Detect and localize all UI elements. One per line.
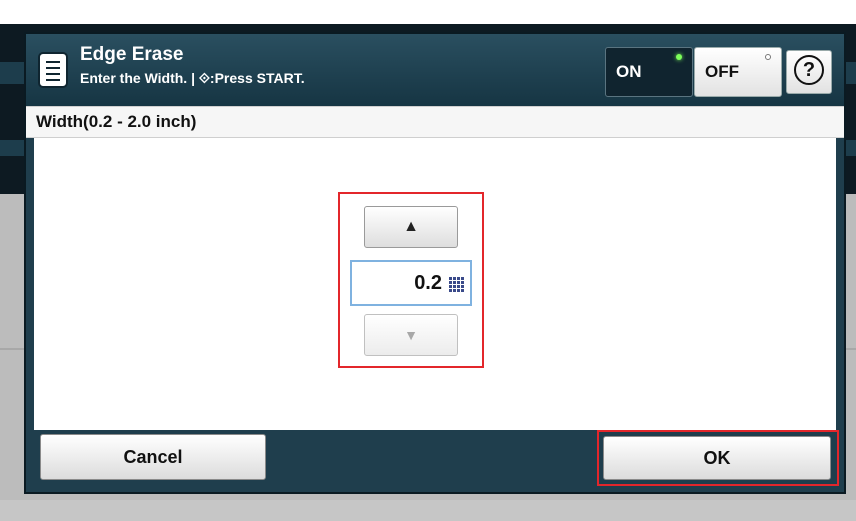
help-icon: ? [794,55,824,85]
decrement-button[interactable]: ▼ [364,314,458,356]
keypad-icon [449,277,464,292]
on-toggle-button[interactable]: ON [605,47,693,97]
off-label: OFF [705,62,739,81]
on-indicator-icon [676,54,682,60]
field-label-row: Width(0.2 - 2.0 inch) [26,106,844,138]
width-range-label: Width(0.2 - 2.0 inch) [36,112,197,131]
on-label: ON [616,62,642,81]
cancel-button[interactable]: Cancel [40,434,266,480]
width-value: 0.2 [414,272,442,294]
background-top [0,0,856,24]
dialog-title: Edge Erase [80,44,184,65]
help-button[interactable]: ? [786,50,832,94]
down-arrow-icon: ▼ [404,327,418,343]
background-bottom [0,500,856,521]
off-toggle-button[interactable]: OFF [694,47,782,97]
dialog-instruction: Enter the Width. | ⟐:Press START. [80,70,305,86]
document-icon [38,52,68,88]
width-value-field[interactable]: 0.2 [350,260,472,306]
dialog-header: Edge Erase Enter the Width. | ⟐:Press ST… [26,34,844,106]
off-indicator-icon [765,54,771,60]
ok-button[interactable]: OK [603,436,831,480]
up-arrow-icon: ▲ [403,218,419,235]
increment-button[interactable]: ▲ [364,206,458,248]
